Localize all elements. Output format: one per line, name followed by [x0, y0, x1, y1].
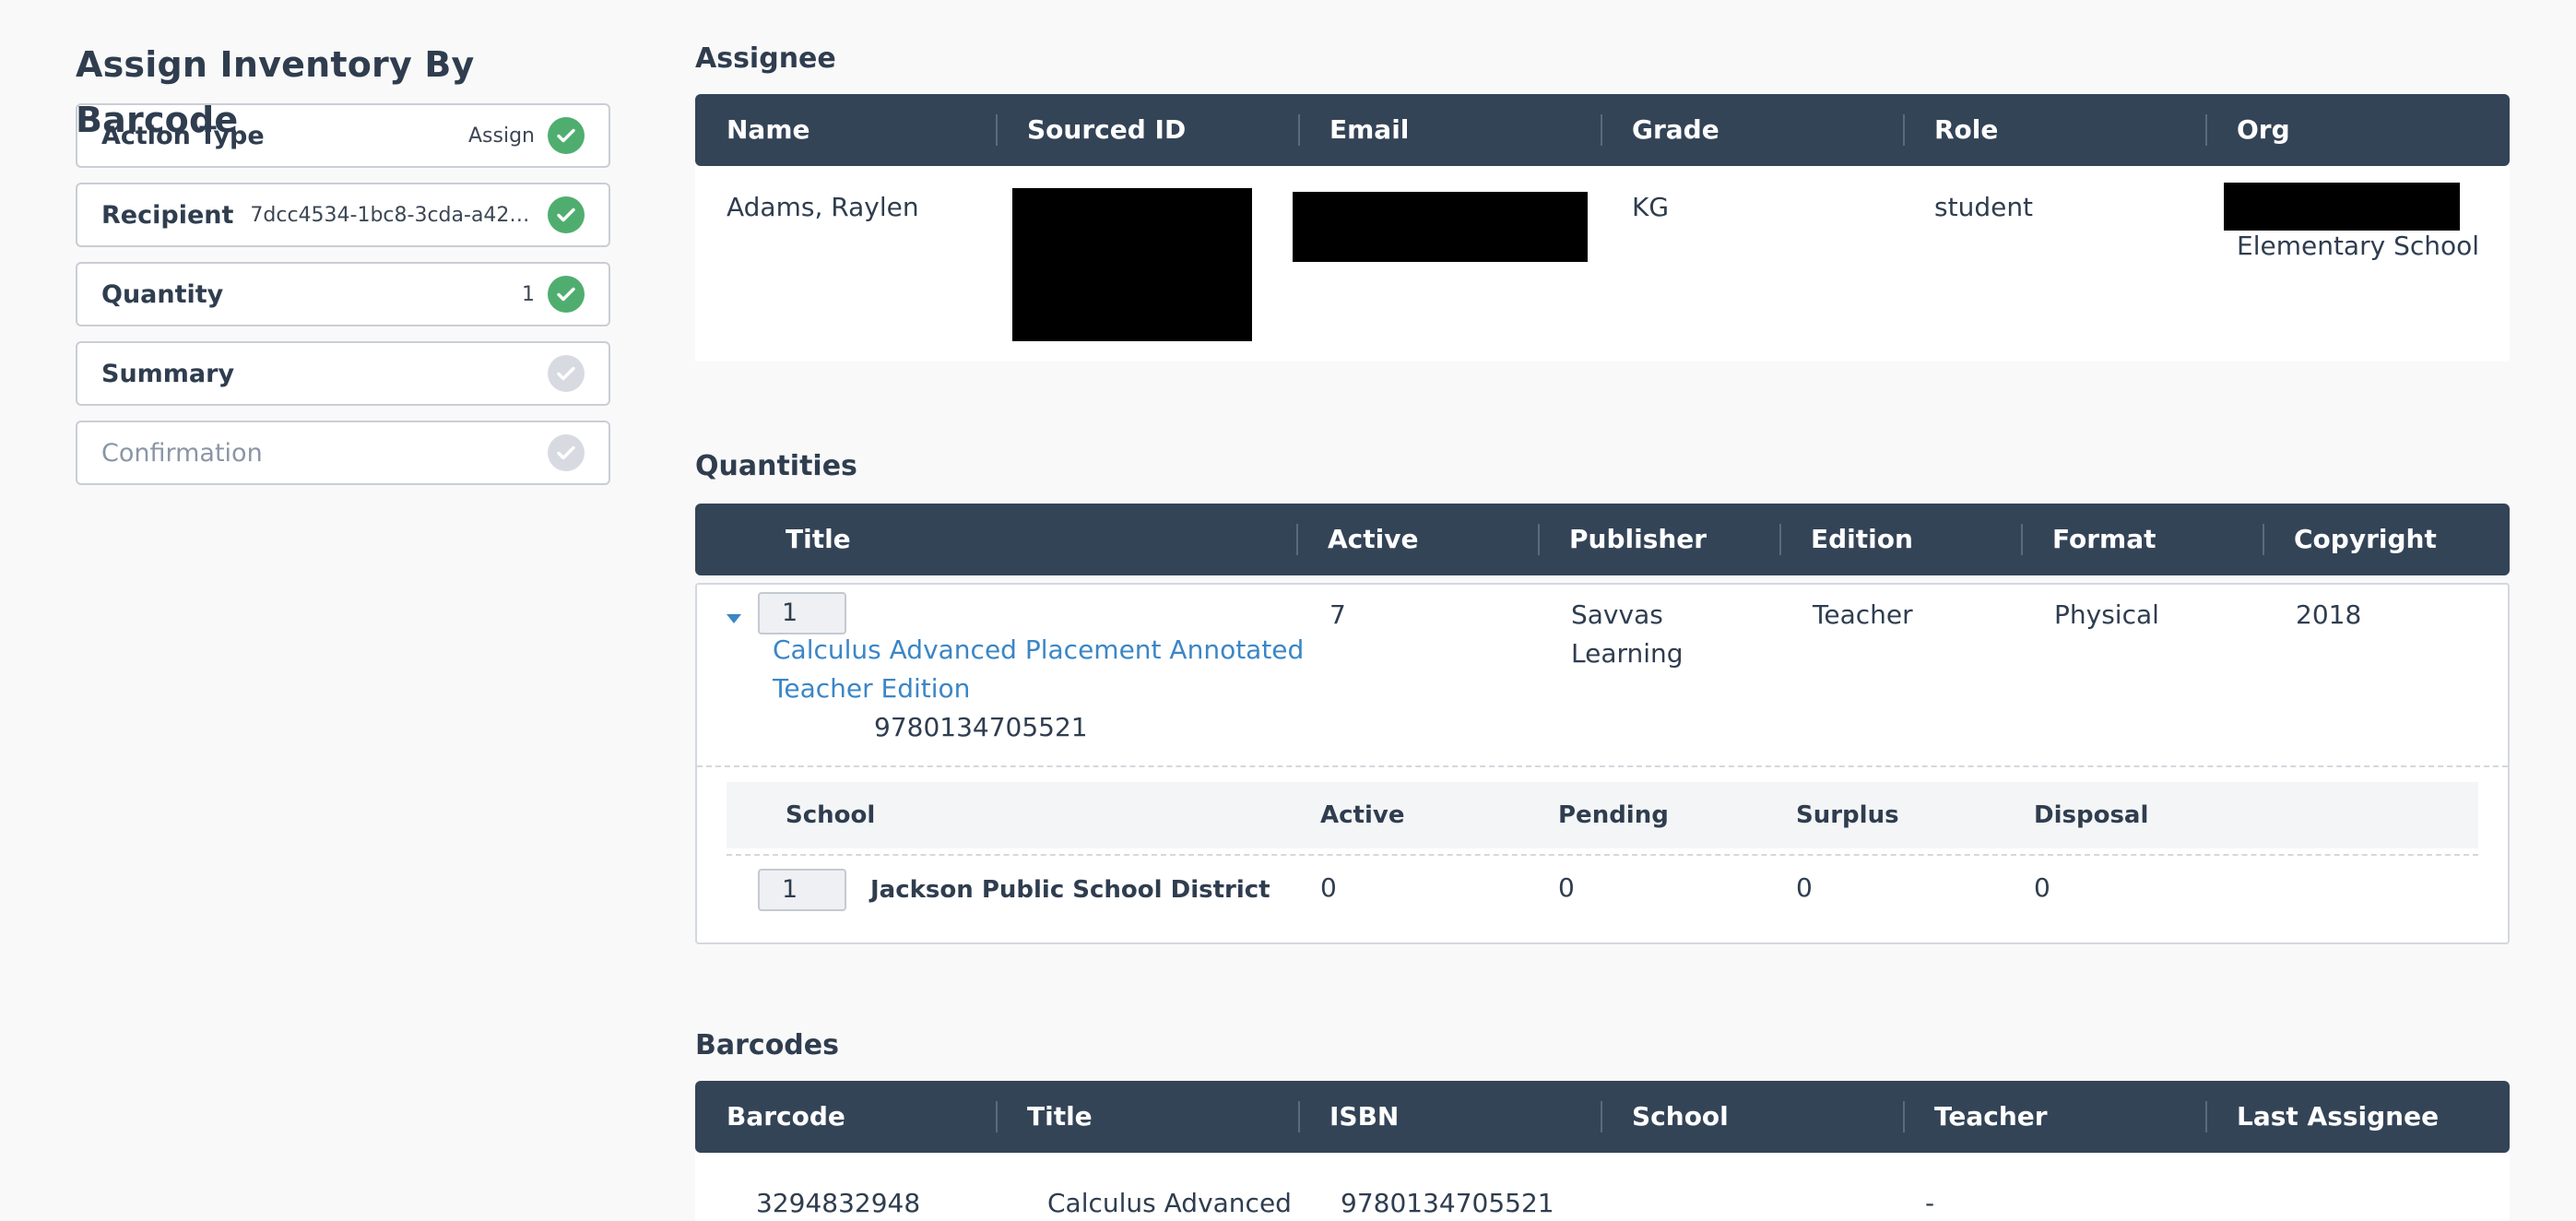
barcode-teacher: -	[1925, 1188, 1935, 1218]
column-header[interactable]: ISBN	[1298, 1081, 1601, 1153]
column-header[interactable]: Name	[695, 94, 996, 166]
step-value: 1	[522, 282, 535, 306]
quantity-input[interactable]: 1	[758, 592, 846, 634]
step-summary[interactable]: Summary	[76, 341, 610, 406]
step-label: Confirmation	[101, 438, 263, 468]
assignee-section: Assignee Name Sourced ID Email Grade Rol…	[695, 41, 2510, 362]
item-edition: Teacher	[1813, 599, 1913, 630]
assignee-name: Adams, Raylen	[727, 192, 919, 222]
quantities-table-header: Title Active Publisher Edition Format Co…	[695, 504, 2510, 575]
item-publisher: Savvas	[1571, 599, 1663, 630]
column-header[interactable]: Barcode	[695, 1081, 996, 1153]
divider	[727, 854, 2478, 856]
barcode-value: 3294832948	[756, 1188, 921, 1218]
section-title: Quantities	[695, 450, 857, 482]
check-icon	[548, 434, 585, 471]
step-label: Action Type	[101, 121, 265, 150]
barcode-isbn: 9780134705521	[1341, 1188, 1554, 1218]
assignee-org: Elementary School	[2237, 231, 2480, 261]
barcodes-table-header: Barcode Title ISBN School Teacher Last A…	[695, 1081, 2510, 1153]
item-publisher-line2: Learning	[1571, 638, 1684, 669]
section-title: Barcodes	[695, 1029, 839, 1061]
redacted-sourced-id	[1012, 188, 1252, 341]
column-header[interactable]: Active	[1296, 504, 1538, 575]
table-row[interactable]: 3294832948 Calculus Advanced 97801347055…	[695, 1153, 2510, 1221]
step-list: Action Type Assign Recipient 7dcc4534-1b…	[76, 103, 610, 485]
column-header[interactable]: Last Assignee	[2205, 1081, 2510, 1153]
item-title-link-line2[interactable]: Teacher Edition	[773, 670, 970, 708]
page: Assign Inventory By Barcode Action Type …	[0, 0, 2576, 1221]
item-isbn: 9780134705521	[874, 712, 1088, 742]
school-name: Jackson Public School District	[870, 876, 1270, 904]
column-header[interactable]: Title	[695, 504, 1296, 575]
column-header[interactable]: Role	[1903, 94, 2205, 166]
column-header[interactable]: Teacher	[1903, 1081, 2205, 1153]
column-header[interactable]: Edition	[1779, 504, 2021, 575]
school-quantity-input[interactable]: 1	[758, 869, 846, 911]
column-header[interactable]: Disposal	[2034, 782, 2148, 848]
step-label: Quantity	[101, 279, 224, 309]
step-label: Summary	[101, 359, 235, 388]
school-surplus: 0	[1796, 872, 1813, 903]
column-header[interactable]: Surplus	[1796, 782, 1899, 848]
school-active: 0	[1320, 872, 1337, 903]
item-copyright: 2018	[2296, 599, 2362, 630]
column-header[interactable]: Grade	[1601, 94, 1903, 166]
column-header[interactable]: Publisher	[1538, 504, 1779, 575]
column-header[interactable]: Email	[1298, 94, 1601, 166]
quantities-table-body: 1 Calculus Advanced Placement Annotated …	[695, 583, 2510, 944]
assignee-table-header: Name Sourced ID Email Grade Role Org	[695, 94, 2510, 166]
column-header[interactable]: Active	[1320, 782, 1404, 848]
column-header[interactable]: Format	[2021, 504, 2263, 575]
item-active: 7	[1329, 599, 1346, 630]
step-label: Recipient	[101, 200, 234, 230]
check-icon	[548, 355, 585, 392]
column-header[interactable]: Copyright	[2263, 504, 2510, 575]
column-header[interactable]: Title	[996, 1081, 1298, 1153]
step-value: Assign	[468, 124, 535, 148]
divider	[697, 765, 2508, 767]
item-title-link[interactable]: Calculus Advanced Placement Annotated	[773, 631, 1304, 670]
assignee-grade: KG	[1632, 192, 1670, 222]
column-header[interactable]: School	[786, 782, 875, 848]
step-quantity[interactable]: Quantity 1	[76, 262, 610, 326]
page-title: Assign Inventory By Barcode	[76, 44, 475, 140]
barcodes-section: Barcodes Barcode Title ISBN School Teach…	[695, 1027, 2510, 1221]
step-value: 7dcc4534-1bc8-3cda-a423-3...	[250, 203, 535, 227]
assignee-role: student	[1934, 192, 2034, 222]
check-icon	[548, 117, 585, 154]
column-header[interactable]: Pending	[1558, 782, 1669, 848]
step-confirmation: Confirmation	[76, 421, 610, 485]
section-title: Assignee	[695, 42, 836, 75]
redacted-email	[1293, 192, 1588, 262]
school-pending: 0	[1558, 872, 1575, 903]
school-table-header: School Active Pending Surplus Disposal	[727, 782, 2478, 848]
quantities-section: Quantities Title Active Publisher Editio…	[695, 448, 2510, 944]
check-icon	[548, 196, 585, 233]
check-icon	[548, 276, 585, 313]
column-header[interactable]: Org	[2205, 94, 2510, 166]
school-disposal: 0	[2034, 872, 2050, 903]
column-header[interactable]: Sourced ID	[996, 94, 1298, 166]
redacted-org	[2224, 183, 2460, 231]
caret-down-icon[interactable]	[727, 614, 741, 623]
wizard-panel: Assign Inventory By Barcode Action Type …	[76, 37, 610, 500]
step-recipient[interactable]: Recipient 7dcc4534-1bc8-3cda-a423-3...	[76, 183, 610, 247]
item-format: Physical	[2054, 599, 2159, 630]
table-row: Adams, Raylen KG student Elementary Scho…	[695, 166, 2510, 362]
barcode-title: Calculus Advanced	[1047, 1188, 1292, 1218]
column-header[interactable]: School	[1601, 1081, 1903, 1153]
